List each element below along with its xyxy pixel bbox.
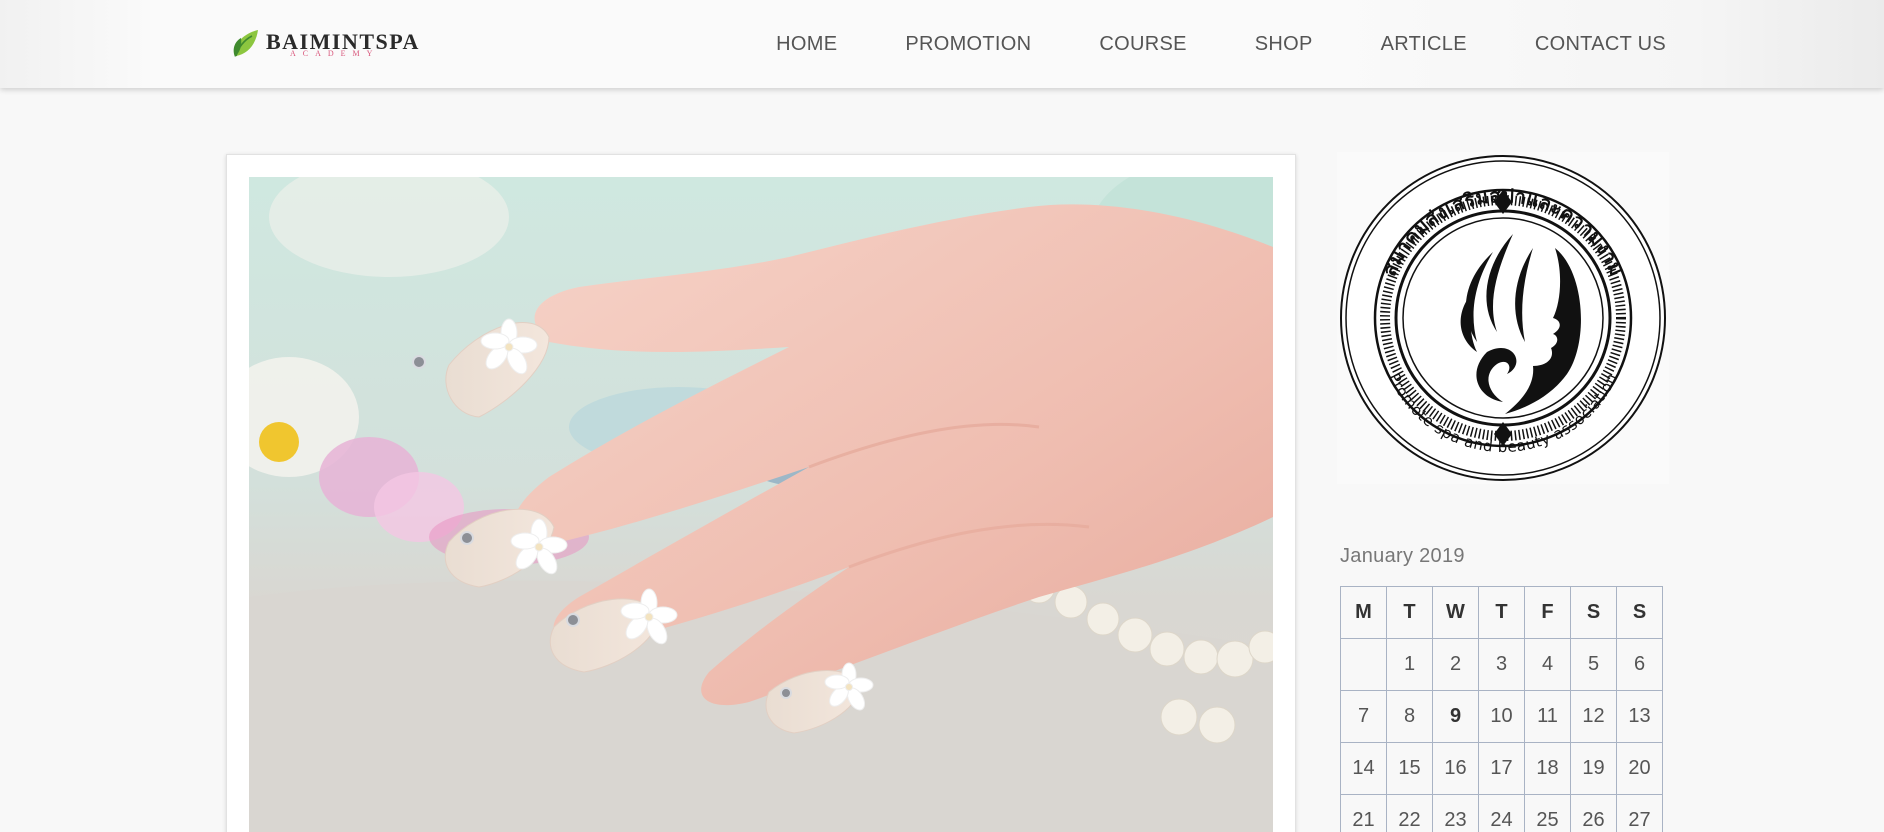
weekday-sat: S xyxy=(1570,586,1617,639)
calendar-day: 3 xyxy=(1478,638,1525,691)
leaf-logo-icon xyxy=(233,30,258,57)
weekday-thu: T xyxy=(1478,586,1525,639)
calendar-day: 1 xyxy=(1386,638,1433,691)
calendar-day: 14 xyxy=(1340,742,1387,795)
nav-item-promotion[interactable]: PROMOTION xyxy=(905,33,1031,56)
nav-item-contact-us[interactable]: CONTACT US xyxy=(1535,33,1666,56)
weekday-sun: S xyxy=(1616,586,1663,639)
calendar-week: 21 22 23 24 25 26 27 xyxy=(1340,794,1663,832)
nav-item-course[interactable]: COURSE xyxy=(1099,33,1186,56)
calendar-day: 23 xyxy=(1432,794,1479,832)
calendar-day: 12 xyxy=(1570,690,1617,743)
calendar-day-empty xyxy=(1340,638,1387,691)
calendar-day: 15 xyxy=(1386,742,1433,795)
weekday-wed: W xyxy=(1432,586,1479,639)
calendar-day: 27 xyxy=(1616,794,1663,832)
weekday-tue: T xyxy=(1386,586,1433,639)
nav-item-shop[interactable]: SHOP xyxy=(1255,33,1313,56)
nail-art-photo xyxy=(249,177,1273,832)
calendar-week: 14 15 16 17 18 19 20 xyxy=(1340,742,1663,795)
calendar-day: 26 xyxy=(1570,794,1617,832)
nav-item-article[interactable]: ARTICLE xyxy=(1381,33,1467,56)
calendar-day: 24 xyxy=(1478,794,1525,832)
main-nav: HOME PROMOTION COURSE SHOP ARTICLE CONTA… xyxy=(708,0,1666,88)
calendar-day: 2 xyxy=(1432,638,1479,691)
calendar-day: 13 xyxy=(1616,690,1663,743)
calendar-day: 10 xyxy=(1478,690,1525,743)
calendar-weekday-row: M T W T F S S xyxy=(1340,586,1663,639)
association-seal: สมาคมส่งเสริมสปาและความงาม Promote spa a… xyxy=(1337,152,1669,484)
calendar-day: 22 xyxy=(1386,794,1433,832)
weekday-mon: M xyxy=(1340,586,1387,639)
calendar-week: 7 8 9 10 11 12 13 xyxy=(1340,690,1663,743)
site-header: BAIMINTSPA ACADEMY HOME PROMOTION COURSE… xyxy=(0,0,1884,88)
calendar-day: 17 xyxy=(1478,742,1525,795)
calendar-day: 8 xyxy=(1386,690,1433,743)
calendar-day: 5 xyxy=(1570,638,1617,691)
post-featured-image[interactable] xyxy=(249,177,1273,832)
calendar-day: 18 xyxy=(1524,742,1571,795)
brand-tagline: ACADEMY xyxy=(290,49,380,58)
calendar-day: 4 xyxy=(1524,638,1571,691)
calendar-widget: M T W T F S S 1 2 3 4 5 6 7 8 9 10 11 12… xyxy=(1340,586,1663,832)
nav-item-home[interactable]: HOME xyxy=(776,33,837,56)
calendar-day: 11 xyxy=(1524,690,1571,743)
calendar-day: 25 xyxy=(1524,794,1571,832)
calendar-day-today: 9 xyxy=(1432,690,1479,743)
calendar-day: 7 xyxy=(1340,690,1387,743)
calendar-day: 16 xyxy=(1432,742,1479,795)
spa-association-seal-icon: สมาคมส่งเสริมสปาและความงาม Promote spa a… xyxy=(1337,152,1669,484)
calendar-week: 1 2 3 4 5 6 xyxy=(1340,638,1663,691)
site-logo-link[interactable]: BAIMINTSPA ACADEMY xyxy=(232,26,422,60)
calendar-day: 21 xyxy=(1340,794,1387,832)
calendar-caption: January 2019 xyxy=(1340,545,1465,567)
calendar-day: 20 xyxy=(1616,742,1663,795)
calendar-day: 6 xyxy=(1616,638,1663,691)
post-card xyxy=(226,154,1296,832)
calendar-day: 19 xyxy=(1570,742,1617,795)
weekday-fri: F xyxy=(1524,586,1571,639)
